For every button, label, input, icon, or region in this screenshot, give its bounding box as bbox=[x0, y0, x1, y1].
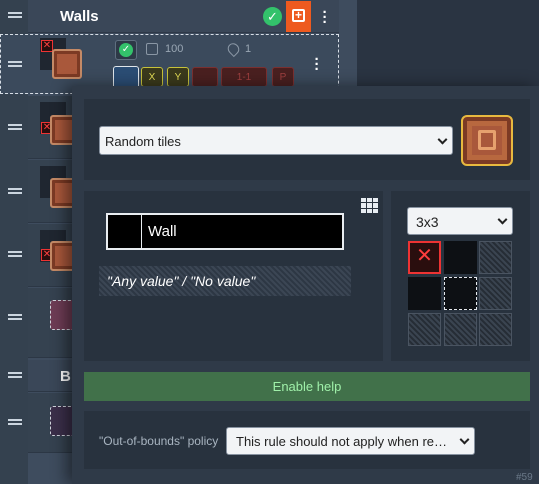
drag-handle-icon[interactable] bbox=[8, 188, 22, 194]
pattern-cell[interactable] bbox=[444, 313, 477, 346]
rule-id: #59 bbox=[516, 472, 533, 483]
layer-title: Walls bbox=[60, 8, 99, 25]
value-wall-button[interactable]: Wall bbox=[106, 213, 344, 250]
oob-policy-select[interactable]: This rule should not apply when re… bbox=[226, 427, 475, 455]
pattern-cell[interactable] bbox=[444, 241, 477, 274]
pattern-size-value: 3x3 bbox=[416, 214, 439, 230]
dice-icon[interactable] bbox=[146, 43, 158, 55]
check-icon: ✓ bbox=[119, 43, 133, 57]
layer-title: B bbox=[60, 368, 71, 385]
check-icon[interactable]: ✓ bbox=[263, 7, 282, 26]
break-count: 1 bbox=[245, 43, 252, 55]
pattern-cell[interactable]: ✕ bbox=[408, 241, 441, 274]
perlin-toggle[interactable]: P bbox=[272, 67, 294, 87]
drag-handle-icon[interactable] bbox=[8, 61, 22, 67]
chance-value: 100 bbox=[165, 43, 184, 55]
enable-help-button[interactable]: Enable help bbox=[84, 372, 530, 401]
more-vertical-icon[interactable]: · · · bbox=[312, 52, 322, 77]
grid-icon[interactable] bbox=[361, 198, 378, 213]
pattern-cell[interactable] bbox=[479, 313, 512, 346]
pattern-cell[interactable] bbox=[479, 241, 512, 274]
oob-policy-label: "Out-of-bounds" policy bbox=[99, 434, 219, 448]
pattern-cell[interactable] bbox=[408, 277, 441, 310]
selected-tile-preview[interactable] bbox=[461, 115, 513, 166]
add-icon: + bbox=[292, 9, 305, 22]
oob-policy-value: This rule should not apply when re… bbox=[236, 434, 448, 449]
offset-label[interactable]: 1-1 bbox=[221, 67, 267, 87]
pattern-cell-center[interactable] bbox=[444, 277, 477, 310]
value-color-swatch bbox=[108, 215, 142, 248]
any-value-button[interactable]: "Any value" / "No value" bbox=[99, 266, 351, 296]
rule-tile-thumbnail[interactable] bbox=[52, 49, 82, 79]
chevron-down-icon bbox=[497, 214, 508, 225]
pattern-cell[interactable] bbox=[479, 277, 512, 310]
pattern-cell[interactable] bbox=[408, 313, 441, 346]
drag-handle-icon[interactable] bbox=[8, 12, 22, 18]
chevron-down-icon bbox=[437, 134, 448, 145]
active-toggle[interactable]: ✓ bbox=[115, 40, 137, 60]
tile-mode-select[interactable]: Random tiles bbox=[99, 126, 453, 155]
drag-handle-icon[interactable] bbox=[8, 372, 22, 378]
pattern-size-select[interactable]: 3x3 bbox=[407, 207, 513, 235]
flip-x-toggle[interactable]: X bbox=[141, 67, 163, 87]
drag-handle-icon[interactable] bbox=[8, 314, 22, 320]
value-name: Wall bbox=[148, 223, 177, 240]
more-vertical-icon[interactable]: · · · bbox=[320, 5, 330, 30]
flip-y-toggle[interactable]: Y bbox=[167, 67, 189, 87]
tile-mode-value: Random tiles bbox=[105, 134, 181, 149]
drag-handle-icon[interactable] bbox=[8, 251, 22, 257]
offset-toggle[interactable] bbox=[192, 67, 218, 87]
drag-handle-icon[interactable] bbox=[8, 124, 22, 130]
drag-handle-icon[interactable] bbox=[8, 419, 22, 425]
chevron-down-icon bbox=[459, 434, 470, 445]
